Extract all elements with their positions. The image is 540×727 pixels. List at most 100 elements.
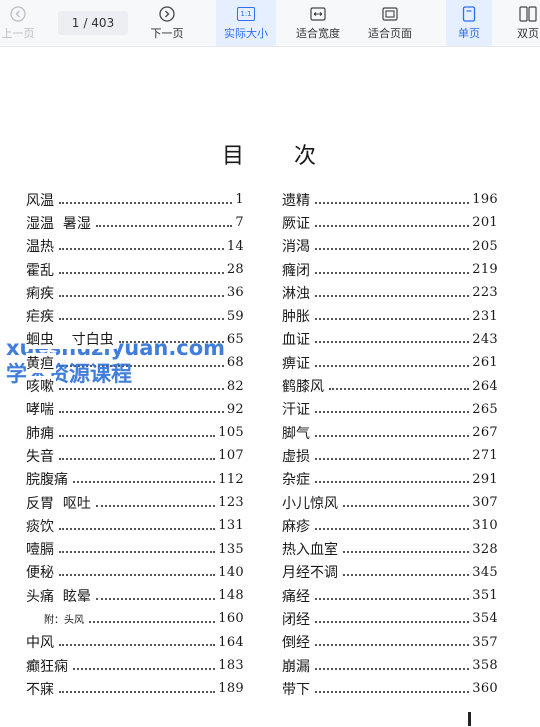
single-page-button[interactable]: 单页 [446, 0, 492, 46]
toc-entry-page: 68 [226, 355, 244, 371]
toc-entry-title: 癫狂痫 [26, 655, 70, 676]
toc-entry: 热入血室 328 [282, 537, 498, 560]
toc-entry-page: 264 [472, 378, 498, 394]
toc-entry-title: 疟疾 [26, 306, 56, 327]
toc-entry-title: 温热 [26, 236, 56, 257]
toc-entry-page: 123 [218, 495, 244, 510]
toc-entry: 便秘 140 [26, 561, 244, 584]
toc-entry: 黄疸 68 [26, 351, 244, 374]
toc-leader-dots [59, 574, 216, 577]
toc-entry-title: 哮喘 [26, 399, 56, 420]
toc-entry: 噎膈 135 [26, 537, 244, 560]
toc-leader-dots [315, 597, 470, 600]
toc-entry: 蛔虫 寸白虫 65 [26, 328, 244, 351]
toc-entry-title: 痢疾 [26, 282, 56, 303]
toc-entry-page: 1 [235, 192, 244, 208]
toc-entry-page: 351 [472, 588, 498, 604]
toc-leader-dots [59, 690, 216, 693]
toc-entry: 倒经 357 [282, 631, 498, 654]
toc-entry-page: 201 [472, 215, 498, 231]
fit-width-button[interactable]: 适合宽度 [288, 0, 348, 46]
prev-page-button[interactable]: 上一页 [0, 0, 40, 46]
toc-leader-dots [315, 224, 470, 227]
toc-leader-dots [59, 271, 224, 274]
double-page-button[interactable]: 双页 [508, 0, 540, 46]
toc-entry-title: 黄疸 [26, 352, 56, 373]
toc-entry-title: 反胃 呕吐 [26, 492, 93, 513]
toc-leader-dots [315, 271, 470, 274]
toc-entry-page: 189 [218, 681, 244, 697]
toc-leader-dots [315, 201, 470, 204]
toc-entry-page: 223 [472, 285, 498, 301]
toc-entry-page: 7 [235, 215, 244, 231]
next-page-button[interactable]: 下一页 [144, 0, 190, 46]
toc-leader-dots [59, 318, 224, 321]
page-current[interactable]: 1 [72, 16, 80, 30]
toc-leader-dots [59, 248, 224, 251]
circle-chevron-right-icon [159, 5, 175, 23]
toc-leader-dots [315, 294, 470, 297]
toc-entry-page: 105 [218, 425, 244, 441]
toc-entry-page: 271 [472, 448, 498, 464]
toc-entry-title: 中风 [26, 632, 56, 653]
toc-entry-page: 183 [218, 658, 244, 674]
page-number-box[interactable]: 1 / 403 [58, 11, 128, 35]
toc-entry-title: 消渴 [282, 236, 312, 257]
toc-leader-dots [315, 434, 470, 437]
toc-entry-page: 82 [226, 378, 244, 394]
toc-entry-page: 160 [218, 611, 244, 627]
page-total: / 403 [83, 16, 115, 30]
toc-entry: 痹证 261 [282, 351, 498, 374]
toc-entry-title: 霍乱 [26, 259, 56, 280]
toc-leader-dots [315, 318, 470, 321]
toc-entry-page: 358 [472, 658, 498, 674]
toc-leader-dots [59, 457, 216, 460]
toc-entry: 霍乱 28 [26, 258, 244, 281]
toc-entry: 不寐 189 [26, 677, 244, 700]
toc-leader-dots [59, 201, 233, 204]
toc-leader-dots [59, 434, 216, 437]
toc-leader-dots [73, 481, 216, 484]
toc-entry-title: 脘腹痛 [26, 469, 70, 490]
toc-entry-page: 36 [226, 285, 244, 301]
toc-right-column: 遗精 196 厥证 201 消渴 205 癃闭 219 淋浊 223 肿胀 231 血证 243 痹证 261… [282, 188, 498, 701]
toc-entry: 麻疹 310 [282, 514, 498, 537]
toc-title-char-2: 次 [294, 144, 319, 169]
toc-leader-dots [59, 644, 216, 647]
toc-entry-page: 354 [472, 611, 498, 627]
toc-entry: 崩漏 358 [282, 654, 498, 677]
toc-entry: 失音 107 [26, 444, 244, 467]
toc-entry-page: 196 [472, 192, 498, 208]
toc-entry-title: 遗精 [282, 189, 312, 210]
fit-page-button[interactable]: 适合页面 [360, 0, 420, 46]
actual-size-icon: 1:1 [237, 5, 255, 23]
toc-entry-title: 不寐 [26, 678, 56, 699]
toc-entry-page: 291 [472, 471, 498, 487]
toc-entry-page: 328 [472, 541, 498, 557]
next-page-label: 下一页 [150, 27, 184, 40]
toc-leader-dots [315, 667, 470, 670]
double-page-icon [519, 5, 537, 23]
toc-entry-title: 失音 [26, 445, 56, 466]
toc-entry-page: 307 [472, 495, 498, 510]
actual-size-button[interactable]: 1:1 实际大小 [216, 0, 276, 46]
toc-entry-title: 痛经 [282, 585, 312, 606]
double-page-label: 双页 [517, 27, 539, 40]
toc-entry-page: 14 [226, 238, 244, 254]
toc-entry-title: 倒经 [282, 632, 312, 653]
toc-leader-dots [118, 341, 224, 344]
toc-entry-title: 血证 [282, 329, 312, 350]
toc-leader-dots [95, 224, 233, 227]
actual-size-label: 实际大小 [224, 27, 268, 40]
fit-page-icon [382, 5, 398, 23]
toc-entry-title: 淋浊 [282, 282, 312, 303]
toc-entry-title: 噎膈 [26, 539, 56, 560]
toc-entry: 汗证 265 [282, 398, 498, 421]
toc-entry-title: 崩漏 [282, 655, 312, 676]
toc-entry-page: 65 [226, 331, 244, 347]
toc-entry-page: 360 [472, 681, 498, 697]
toc-entry-page: 357 [472, 634, 498, 650]
toc-entry: 小儿惊风 307 [282, 491, 498, 514]
toc-entry-title: 湿温 暑湿 [26, 212, 93, 233]
toc-entry: 肿胀 231 [282, 304, 498, 327]
